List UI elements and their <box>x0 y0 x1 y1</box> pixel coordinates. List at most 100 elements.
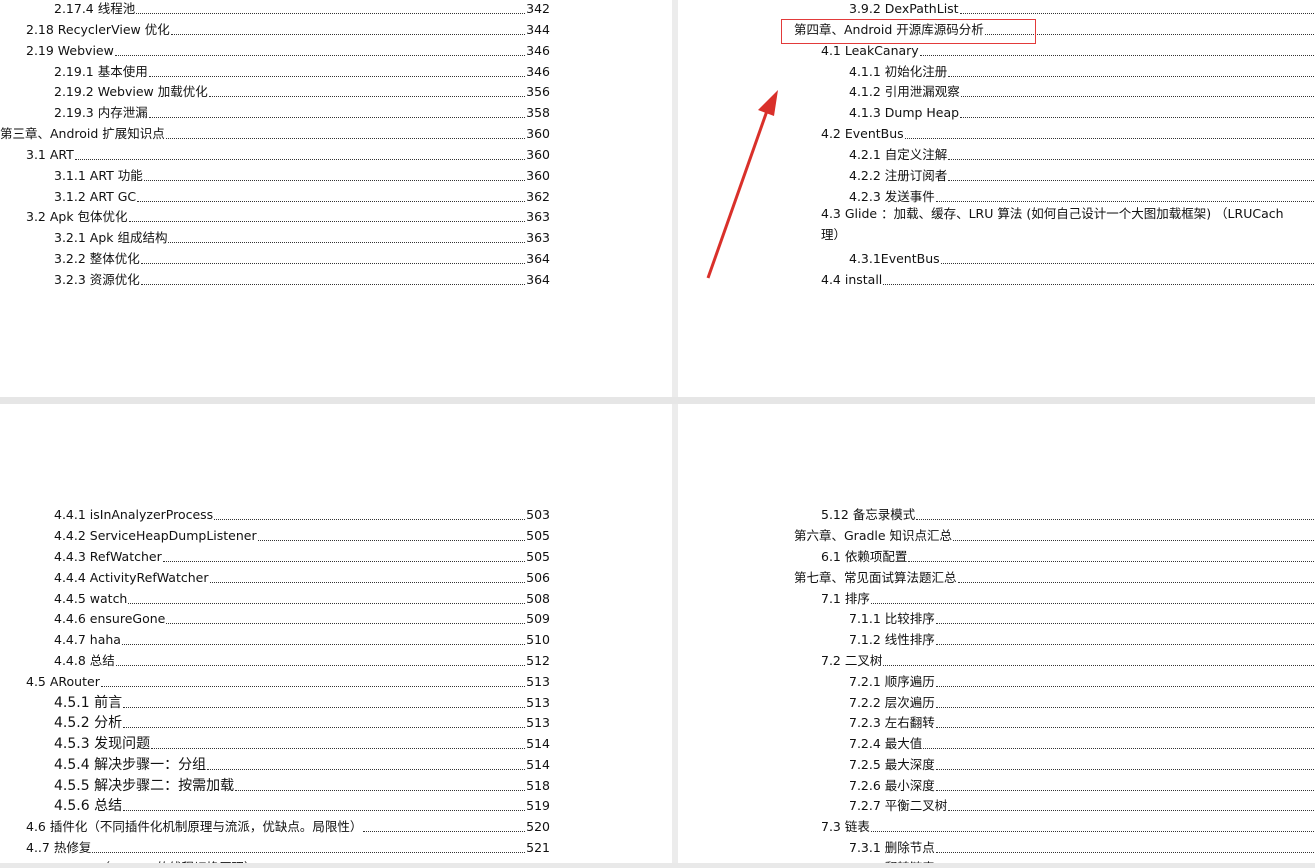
toc-entry-title: 4..7 热修复 <box>26 840 92 855</box>
toc-entry[interactable]: 4.5.2 分析 513 <box>54 711 550 731</box>
toc-entry[interactable]: 2.19.3 内存泄漏 358 <box>54 101 550 121</box>
toc-entry[interactable]: 3.2 Apk 包体优化 363 <box>26 205 550 225</box>
toc-entry[interactable]: 7.2.1 顺序遍历 <box>849 670 1315 690</box>
toc-entry-page: 360 <box>526 126 550 141</box>
toc-entry[interactable]: 4.3.1EventBus <box>849 247 1315 267</box>
toc-entry-page: 503 <box>526 507 550 522</box>
toc-entry-title: 4.4.2 ServiceHeapDumpListener <box>54 528 257 543</box>
toc-entry[interactable]: 4.5.1 前言 513 <box>54 691 550 711</box>
toc-entry-title: 4.1.3 Dump Heap <box>849 105 960 120</box>
leader-dots <box>948 180 1315 181</box>
toc-entry[interactable]: 4.4.4 ActivityRefWatcher 506 <box>54 566 550 586</box>
toc-entry-title: 7.2.1 顺序遍历 <box>849 674 935 689</box>
toc-entry-title: 4.4.4 ActivityRefWatcher <box>54 570 209 585</box>
leader-dots <box>166 623 526 624</box>
toc-entry-title: 7.2.3 左右翻转 <box>849 715 935 730</box>
toc-entry[interactable]: 4.5.5 解决步骤二：按需加载 518 <box>54 774 550 794</box>
toc-entry[interactable]: 2.18 RecyclerView 优化 344 <box>26 18 550 38</box>
toc-entry[interactable]: 4.4.6 ensureGone 509 <box>54 607 550 627</box>
toc-entry[interactable]: 7.2 二叉树 <box>821 649 1315 669</box>
leader-dots <box>916 519 1315 520</box>
toc-entry-page: 364 <box>526 251 550 266</box>
toc-entry[interactable]: 3.1 ART 360 <box>26 143 550 163</box>
toc-entry-glide-line1[interactable]: 4.3 Glide ：加载、缓存、LRU 算法 (如何自己设计一个大图加载框架)… <box>821 206 1284 222</box>
toc-entry[interactable]: 4.5 ARouter 513 <box>26 670 550 690</box>
toc-entry[interactable]: 2.19.2 Webview 加载优化 356 <box>54 80 550 100</box>
toc-entry-title: 7.2.6 最小深度 <box>849 778 935 793</box>
toc-entry[interactable]: 4.1.3 Dump Heap <box>849 101 1315 121</box>
toc-entry-title: 第六章、Gradle 知识点汇总 <box>794 528 953 543</box>
toc-entry-title: 2.18 RecyclerView 优化 <box>26 22 170 37</box>
toc-entry[interactable]: 3.1.1 ART 功能 360 <box>54 164 550 184</box>
toc-entry[interactable]: 4.4.5 watch 508 <box>54 587 550 607</box>
toc-chapter[interactable]: 第六章、Gradle 知识点汇总 <box>794 524 1315 544</box>
toc-entry[interactable]: 4.2.3 发送事件 <box>849 185 1315 205</box>
toc-entry[interactable]: 6.1 依赖项配置 <box>821 545 1315 565</box>
toc-entry-title: 4.2.2 注册订阅者 <box>849 168 948 183</box>
toc-entry[interactable]: 4.2.2 注册订阅者 <box>849 164 1315 184</box>
toc-entry[interactable]: 4.4 install <box>821 268 1315 288</box>
toc-entry-title: 第七章、常见面试算法题汇总 <box>794 570 957 585</box>
toc-entry[interactable]: 2.19 Webview 346 <box>26 39 550 59</box>
toc-entry[interactable]: 3.2.2 整体优化 364 <box>54 247 550 267</box>
toc-entry[interactable]: 4.1.1 初始化注册 <box>849 60 1315 80</box>
toc-entry[interactable]: 7.3.1 删除节点 <box>849 836 1315 856</box>
toc-entry[interactable]: 4.2.1 自定义注解 <box>849 143 1315 163</box>
page-gutter-vertical <box>672 0 678 868</box>
toc-entry[interactable]: 7.2.6 最小深度 <box>849 774 1315 794</box>
toc-entry[interactable]: 3.2.3 资源优化 364 <box>54 268 550 288</box>
toc-entry-title: 2.17.4 线程池 <box>54 1 136 16</box>
toc-entry[interactable]: 7.2.5 最大深度 <box>849 753 1315 773</box>
leader-dots <box>140 263 526 264</box>
toc-entry[interactable]: 4.6 插件化（不同插件化机制原理与流派，优缺点。局限性） 520 <box>26 815 550 835</box>
toc-entry[interactable]: 4.4.2 ServiceHeapDumpListener 505 <box>54 524 550 544</box>
toc-entry[interactable]: 4.2 EventBus <box>821 122 1315 142</box>
toc-entry[interactable]: 4.4.8 总结 512 <box>54 649 550 669</box>
toc-entry[interactable]: 4.4.3 RefWatcher 505 <box>54 545 550 565</box>
toc-entry-title: 4.2.3 发送事件 <box>849 189 935 204</box>
toc-entry[interactable]: 2.19.1 基本使用 346 <box>54 60 550 80</box>
leader-dots <box>128 603 526 604</box>
leader-dots <box>935 707 1315 708</box>
toc-entry-page: 506 <box>526 570 550 585</box>
toc-entry[interactable]: 4..7 热修复 521 <box>26 836 550 856</box>
toc-entry[interactable]: 5.12 备忘录模式 <box>821 503 1315 523</box>
toc-chapter[interactable]: 第七章、常见面试算法题汇总 <box>794 566 1315 586</box>
toc-chapter[interactable]: 第三章、Android 扩展知识点 360 <box>0 122 550 142</box>
toc-entry-glide-line2[interactable]: 理） <box>821 227 846 243</box>
toc-entry-title: 7.2.7 平衡二叉树 <box>849 798 948 813</box>
toc-entry[interactable]: 4.5.3 发现问题 514 <box>54 732 550 752</box>
toc-entry[interactable]: 7.3 链表 <box>821 815 1315 835</box>
toc-entry[interactable]: 2.17.4 线程池 342 <box>54 0 550 17</box>
toc-entry[interactable]: 7.1.2 线性排序 <box>849 628 1315 648</box>
leader-dots <box>207 769 526 770</box>
toc-entry[interactable]: 4.1.2 引用泄漏观察 <box>849 80 1315 100</box>
toc-entry[interactable]: 7.1 排序 <box>821 587 1315 607</box>
toc-entry-title: 3.9.2 DexPathList <box>849 1 959 16</box>
toc-entry-title: 5.12 备忘录模式 <box>821 507 916 522</box>
toc-entry-title: 7.1.2 线性排序 <box>849 632 935 647</box>
toc-entry[interactable]: 7.2.2 层次遍历 <box>849 691 1315 711</box>
toc-entry[interactable]: 3.2.1 Apk 组成结构 363 <box>54 226 550 246</box>
leader-dots <box>960 117 1315 118</box>
leader-dots <box>908 561 1315 562</box>
toc-entry-title: 7.1.1 比较排序 <box>849 611 935 626</box>
toc-entry[interactable]: 4.4.7 haha 510 <box>54 628 550 648</box>
leader-dots <box>235 790 526 791</box>
toc-entry[interactable]: 3.9.2 DexPathList <box>849 0 1315 17</box>
toc-entry[interactable]: 4.4.1 isInAnalyzerProcess 503 <box>54 503 550 523</box>
toc-entry[interactable]: 7.2.7 平衡二叉树 <box>849 794 1315 814</box>
toc-entry[interactable]: 4.5.6 总结 519 <box>54 794 550 814</box>
leader-dots <box>123 727 526 728</box>
toc-entry[interactable]: 7.2.3 左右翻转 <box>849 711 1315 731</box>
toc-entry-page: 513 <box>526 674 550 689</box>
toc-entry-title: 7.2.2 层次遍历 <box>849 695 935 710</box>
leader-dots <box>137 201 526 202</box>
toc-entry[interactable]: 4.5.4 解决步骤一：分组 514 <box>54 753 550 773</box>
toc-entry-title: 4.4.6 ensureGone <box>54 611 166 626</box>
toc-entry[interactable]: 7.1.1 比较排序 <box>849 607 1315 627</box>
highlight-box <box>781 19 1036 44</box>
toc-entry[interactable]: 3.1.2 ART GC 362 <box>54 185 550 205</box>
leader-dots <box>363 831 526 832</box>
toc-entry[interactable]: 7.2.4 最大值 <box>849 732 1315 752</box>
